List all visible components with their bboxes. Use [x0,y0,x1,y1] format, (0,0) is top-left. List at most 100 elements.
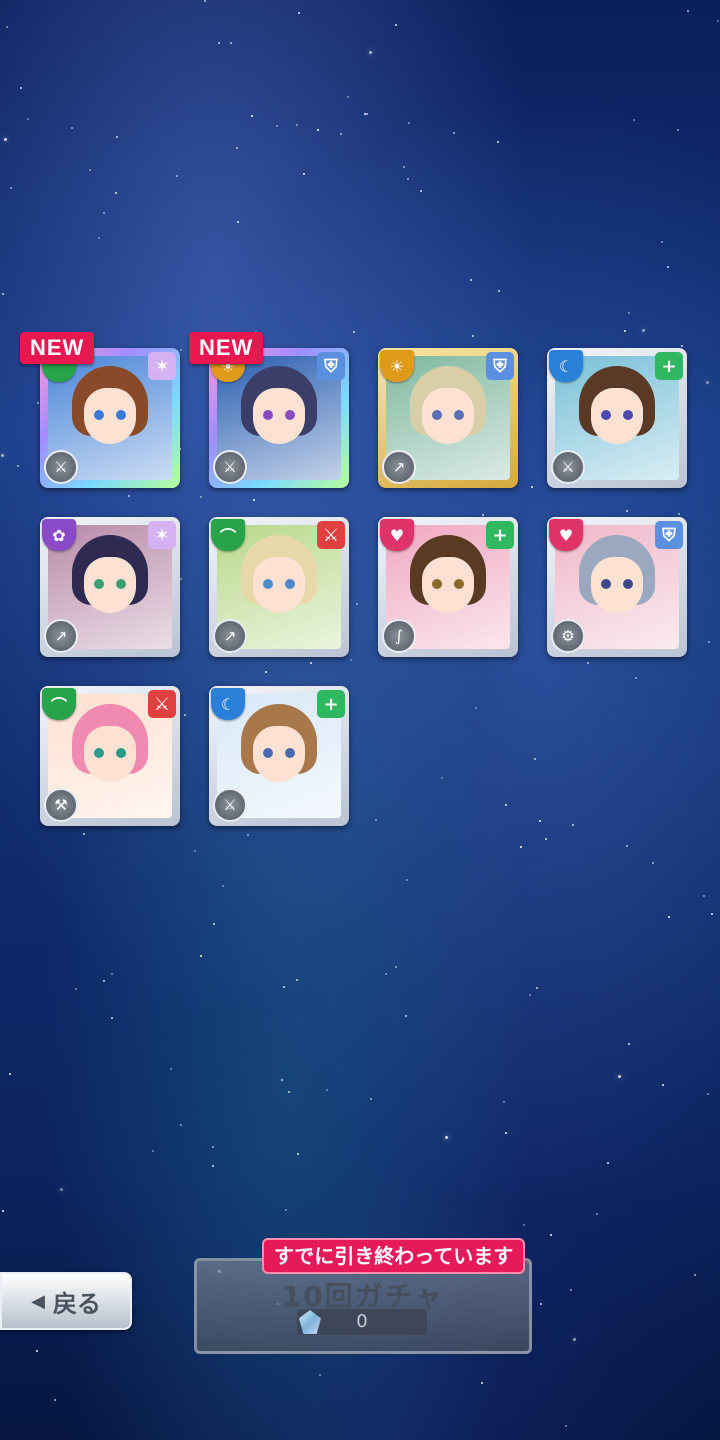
star [194,849,197,852]
gun-icon: ↗ [213,619,247,653]
star [309,662,312,665]
star [374,818,377,821]
eye [285,410,295,420]
star [98,236,101,239]
eye [285,748,295,758]
moon-icon: ☾ [211,688,245,720]
star [184,714,187,717]
star [627,1043,630,1046]
star [686,10,689,13]
star [281,1079,284,1082]
star [302,172,305,175]
character-card[interactable]: ⌒ ⚔ ↗ [209,517,349,657]
star [115,136,118,139]
eye [263,579,273,589]
star [395,966,398,969]
star [627,311,630,314]
character-card[interactable]: ☀ ⛨ ⚔ [209,348,349,488]
star [353,330,356,333]
star [482,513,485,516]
star [452,131,455,134]
face [84,388,136,444]
star [519,845,522,848]
star [235,146,238,149]
character-card[interactable]: ✿ ✶ ↗ [40,517,180,657]
star [103,211,106,214]
star [288,1091,291,1094]
star [536,987,539,990]
star [632,119,635,122]
star [222,885,225,888]
eye [454,579,464,589]
star [115,192,118,195]
character-card[interactable]: ⌒ ✶ ⚔ [40,348,180,488]
heal-icon: + [655,352,683,380]
character-card[interactable]: ☾ + ⚔ [547,348,687,488]
star [71,126,74,129]
heal-icon: + [317,690,345,718]
star [406,878,409,881]
star [503,1101,506,1104]
sun-icon: ☀ [380,350,414,382]
star [565,1425,568,1428]
shield-icon: ⛨ [486,352,514,380]
star [212,1164,215,1167]
star [384,973,387,976]
star [441,777,444,780]
leaf-icon: ⌒ [42,688,76,720]
star [179,578,182,581]
face [84,726,136,782]
star [252,498,255,501]
star [667,265,670,268]
back-button[interactable]: ◀ 戻る [0,1272,132,1330]
star [710,913,713,916]
star [481,1381,484,1384]
star [606,1162,609,1165]
star [176,175,179,178]
star [641,329,645,333]
eye [94,748,104,758]
star [102,980,105,983]
eye [94,410,104,420]
star [544,838,547,841]
character-card[interactable]: ♥ ⛨ ⚙ [547,517,687,657]
star [5,26,8,29]
character-card[interactable]: ♥ + ∫ [378,517,518,657]
star [661,241,664,244]
eye [116,748,126,758]
star [200,496,203,499]
star [363,112,366,115]
star [617,1074,621,1078]
star [444,1136,448,1140]
star [523,1223,526,1226]
star [110,973,113,976]
moon-icon: ☾ [549,350,583,382]
star [110,1016,113,1019]
face [253,726,305,782]
eye [601,410,611,420]
eye [263,748,273,758]
star [35,1350,38,1353]
star [470,279,473,282]
star [19,87,22,90]
star [586,661,589,664]
star [369,50,373,54]
star [420,189,423,192]
star [366,112,369,115]
star [707,640,710,643]
sword-icon: ⚔ [213,788,247,822]
character-card[interactable]: ☾ + ⚔ [209,686,349,826]
eye [623,579,633,589]
star [218,42,221,45]
leaf-icon: ⌒ [211,519,245,551]
star [528,994,531,997]
star [229,41,232,44]
character-card[interactable]: ☀ ⛨ ↗ [378,348,518,488]
star [626,844,629,847]
star [702,895,705,898]
character-card[interactable]: ⌒ ⚔ ⚒ [40,686,180,826]
star [681,345,684,348]
heart-icon: ♥ [380,519,414,551]
star [596,1212,599,1215]
star [356,603,359,606]
